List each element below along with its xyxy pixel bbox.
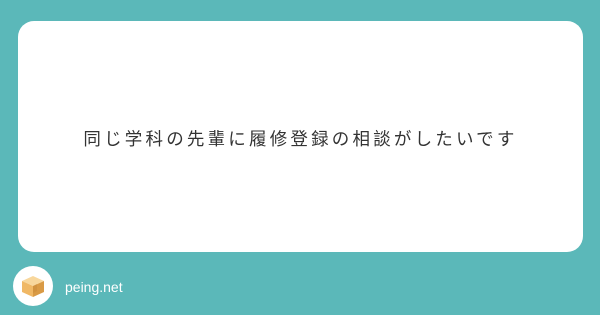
peing-logo[interactable] bbox=[13, 266, 53, 306]
cardboard-box-icon bbox=[22, 276, 44, 297]
footer: peing.net bbox=[13, 266, 123, 306]
question-card: 同じ学科の先輩に履修登録の相談がしたいです bbox=[18, 21, 583, 252]
question-text: 同じ学科の先輩に履修登録の相談がしたいです bbox=[83, 130, 518, 150]
brand-name[interactable]: peing.net bbox=[65, 279, 123, 295]
